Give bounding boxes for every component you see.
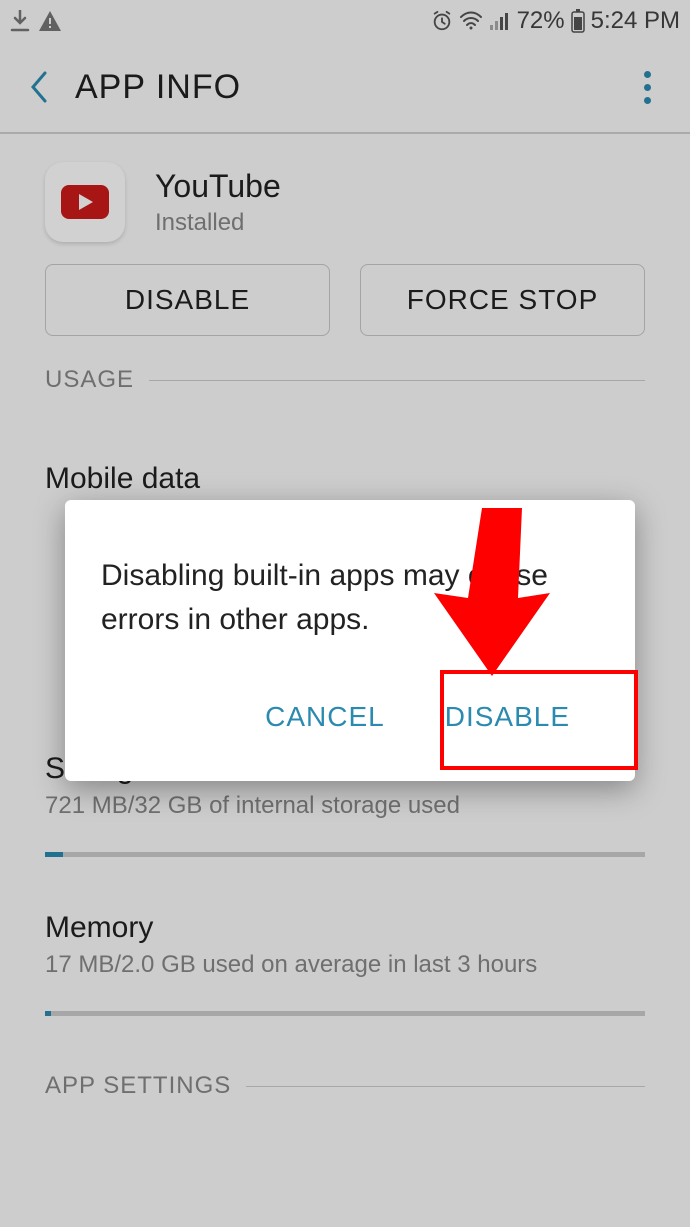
- dialog-cancel-button[interactable]: CANCEL: [235, 679, 415, 755]
- dialog-disable-button[interactable]: DISABLE: [415, 679, 625, 755]
- dialog-message: Disabling built-in apps may cause errors…: [65, 530, 635, 659]
- disable-confirm-dialog: Disabling built-in apps may cause errors…: [65, 500, 635, 781]
- dialog-message-line1: Disabling built-in apps may cause: [101, 559, 548, 592]
- dialog-message-line2: errors in other apps.: [101, 603, 369, 636]
